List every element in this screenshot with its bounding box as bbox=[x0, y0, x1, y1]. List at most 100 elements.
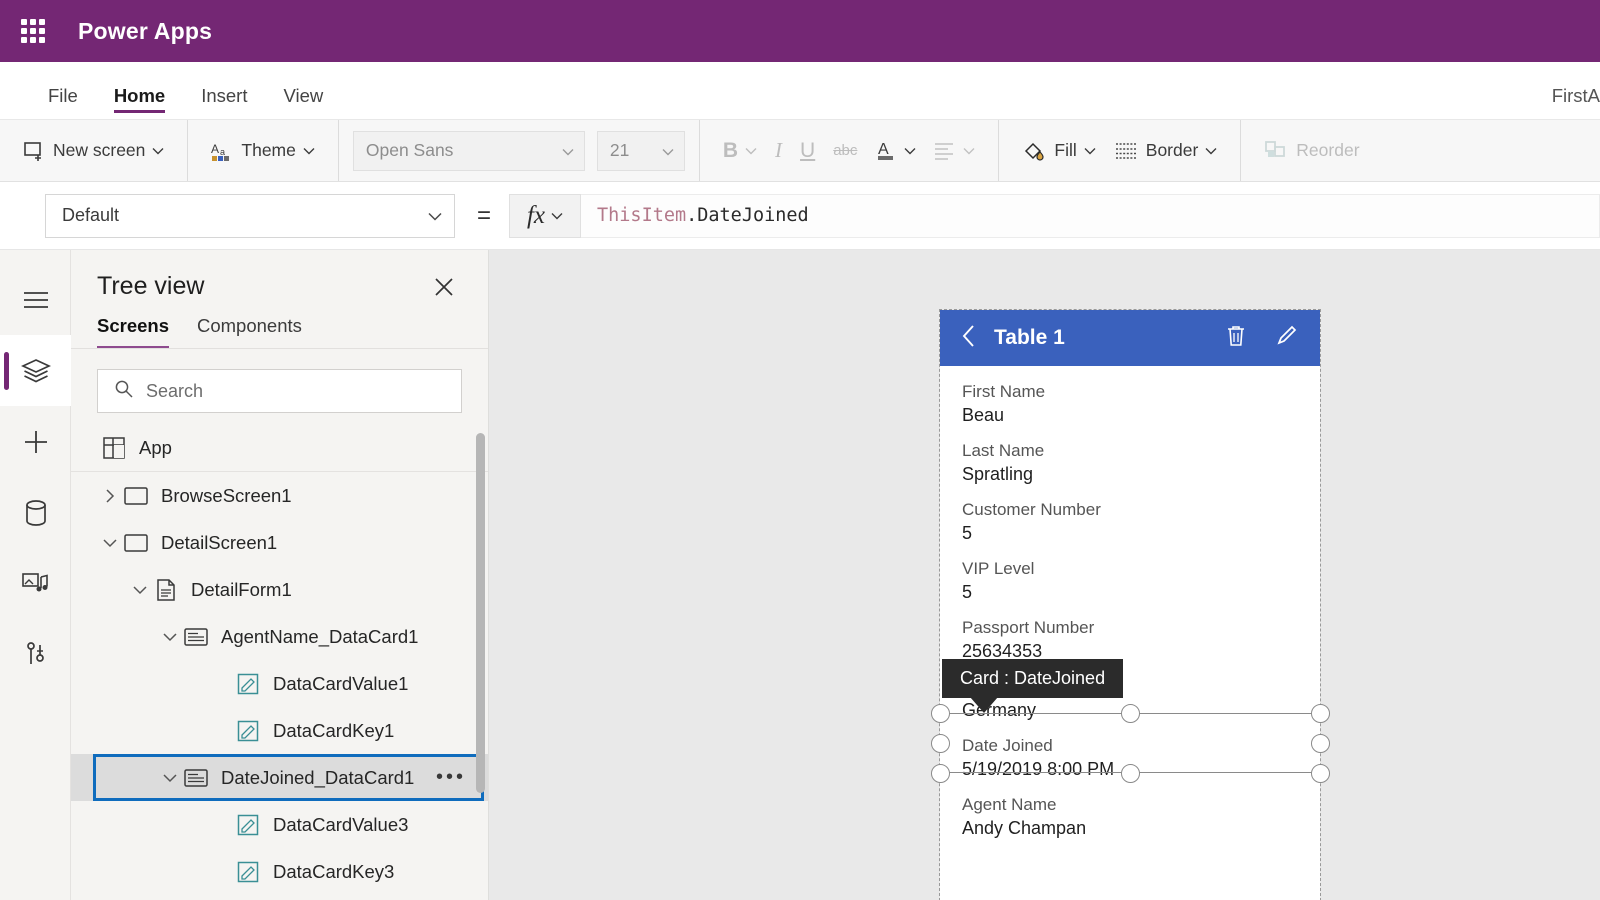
chevron-down-icon bbox=[428, 205, 442, 226]
media-icon[interactable] bbox=[0, 548, 71, 619]
pencil-icon[interactable] bbox=[1276, 324, 1298, 353]
tree-item-app[interactable]: App bbox=[71, 425, 488, 472]
search-icon bbox=[114, 379, 134, 404]
tree-item-detailscreen1[interactable]: DetailScreen1 bbox=[71, 519, 488, 566]
theme-button[interactable]: A a Theme bbox=[202, 132, 323, 170]
phone-preview[interactable]: Table 1 First Name Beau Last Name Spratl… bbox=[930, 309, 1330, 900]
app-canvas[interactable]: Table 1 First Name Beau Last Name Spratl… bbox=[489, 250, 1600, 900]
screen-icon bbox=[121, 533, 151, 552]
form-field[interactable]: Agent Name Andy Champan bbox=[962, 795, 1320, 839]
tree-item-agentname-datacard1[interactable]: AgentName_DataCard1 bbox=[71, 613, 488, 660]
tree-item-detailform1[interactable]: DetailForm1 bbox=[71, 566, 488, 613]
field-label: Date Joined bbox=[962, 736, 1053, 755]
tab-components[interactable]: Components bbox=[197, 315, 302, 348]
chevron-down-icon[interactable] bbox=[99, 537, 121, 549]
search-area: Search bbox=[71, 349, 488, 421]
context-menu-button[interactable]: ••• bbox=[436, 766, 466, 789]
menu-item-insert[interactable]: Insert bbox=[201, 85, 247, 119]
formula-token-property: .DateJoined bbox=[686, 205, 809, 226]
chevron-down-icon[interactable] bbox=[159, 772, 181, 784]
tree-item-datacardvalue1[interactable]: DataCardValue1 bbox=[71, 660, 488, 707]
control-icon bbox=[233, 861, 263, 883]
strikethrough-button[interactable]: abc bbox=[824, 132, 866, 170]
field-value: 5 bbox=[962, 523, 973, 543]
phone-title: Table 1 bbox=[994, 326, 1065, 349]
svg-text:A: A bbox=[878, 141, 889, 158]
toolbar-group-screen: New screen bbox=[0, 120, 189, 181]
chevron-down-icon[interactable] bbox=[129, 584, 151, 596]
app-launcher-icon[interactable] bbox=[18, 16, 48, 46]
menu-item-file[interactable]: File bbox=[48, 85, 78, 119]
font-color-button[interactable]: A bbox=[866, 132, 925, 170]
menu-item-view[interactable]: View bbox=[284, 85, 324, 119]
phone-form-body: First Name Beau Last Name Spratling Cust… bbox=[940, 366, 1320, 839]
tree-item-datacardkey3[interactable]: DataCardKey3 bbox=[71, 848, 488, 895]
menu-item-home[interactable]: Home bbox=[113, 85, 166, 119]
fill-button[interactable]: Fill bbox=[1013, 132, 1104, 170]
form-field[interactable]: First Name Beau bbox=[962, 382, 1320, 426]
chevron-down-icon bbox=[662, 140, 674, 161]
align-icon bbox=[934, 142, 956, 160]
reorder-icon bbox=[1264, 140, 1288, 162]
underline-button[interactable]: U bbox=[791, 132, 824, 170]
tree-item-label: App bbox=[139, 437, 172, 458]
insert-icon[interactable] bbox=[0, 406, 71, 477]
chevron-down-icon bbox=[551, 207, 563, 225]
property-select-value: Default bbox=[62, 205, 120, 225]
tree-item-browsescreen1[interactable]: BrowseScreen1 bbox=[71, 472, 488, 519]
form-field-datejoined[interactable]: Date Joined 5/19/2019 8:00 PM bbox=[962, 736, 1320, 780]
form-field[interactable]: Passport Number 25634353 bbox=[962, 618, 1320, 662]
user-account-label[interactable]: FirstA bbox=[1552, 85, 1600, 107]
screen-icon bbox=[121, 486, 151, 505]
form-icon bbox=[151, 578, 181, 601]
field-label: First Name bbox=[962, 382, 1046, 401]
tree-view-icon[interactable] bbox=[0, 335, 71, 406]
tree-scrollbar[interactable] bbox=[476, 433, 485, 793]
form-field[interactable]: Last Name Spratling bbox=[962, 441, 1320, 485]
tree-view-tabs: Screens Components bbox=[71, 315, 488, 349]
tree-item-datacardkey1[interactable]: DataCardKey1 bbox=[71, 707, 488, 754]
search-input[interactable]: Search bbox=[97, 369, 462, 413]
font-family-select[interactable]: Open Sans bbox=[352, 130, 585, 171]
property-select[interactable]: Default bbox=[45, 193, 455, 238]
advanced-tools-icon[interactable] bbox=[0, 619, 71, 690]
control-icon bbox=[233, 814, 263, 836]
border-icon bbox=[1114, 141, 1138, 161]
chevron-right-icon[interactable] bbox=[99, 488, 121, 504]
close-icon[interactable] bbox=[432, 275, 456, 299]
field-value: 5 bbox=[962, 582, 973, 602]
new-screen-button[interactable]: New screen bbox=[14, 132, 173, 170]
chevron-down-icon bbox=[904, 147, 916, 155]
new-screen-icon bbox=[23, 140, 45, 162]
tree-item-label: DetailForm1 bbox=[191, 578, 292, 600]
toolbar-group-theme: A a Theme bbox=[188, 120, 339, 181]
border-button[interactable]: Border bbox=[1105, 132, 1227, 170]
field-value: Beau bbox=[962, 405, 1005, 425]
back-chevron-icon[interactable] bbox=[960, 324, 978, 353]
form-field[interactable]: Customer Number 5 bbox=[962, 500, 1320, 544]
menu-icon[interactable] bbox=[0, 264, 71, 335]
font-size-select[interactable]: 21 bbox=[596, 130, 685, 171]
italic-button[interactable]: I bbox=[766, 132, 791, 170]
align-button[interactable] bbox=[925, 132, 984, 170]
bold-icon: B bbox=[722, 138, 739, 162]
phone-header-actions bbox=[1226, 324, 1298, 353]
chevron-down-icon[interactable] bbox=[159, 631, 181, 643]
data-icon[interactable] bbox=[0, 477, 71, 548]
reorder-button[interactable]: Reorder bbox=[1255, 132, 1368, 170]
formula-input[interactable]: ThisItem .DateJoined bbox=[581, 193, 1600, 238]
svg-text:A: A bbox=[211, 142, 219, 156]
strikethrough-icon: abc bbox=[833, 142, 858, 159]
function-button[interactable]: fx bbox=[509, 193, 582, 238]
underline-icon: U bbox=[800, 138, 816, 162]
tab-screens[interactable]: Screens bbox=[97, 315, 169, 348]
left-rail bbox=[0, 250, 71, 900]
reorder-label: Reorder bbox=[1296, 140, 1360, 160]
menu-bar: File Home Insert View FirstA bbox=[0, 62, 1600, 120]
tree-item-datacardvalue3[interactable]: DataCardValue3 bbox=[71, 801, 488, 848]
bold-button[interactable]: B bbox=[714, 132, 766, 170]
tree-item-datejoined-datacard1[interactable]: DateJoined_DataCard1 ••• bbox=[71, 754, 488, 801]
form-field[interactable]: VIP Level 5 bbox=[962, 559, 1320, 603]
datacard-icon bbox=[181, 627, 211, 646]
trash-icon[interactable] bbox=[1226, 324, 1246, 353]
